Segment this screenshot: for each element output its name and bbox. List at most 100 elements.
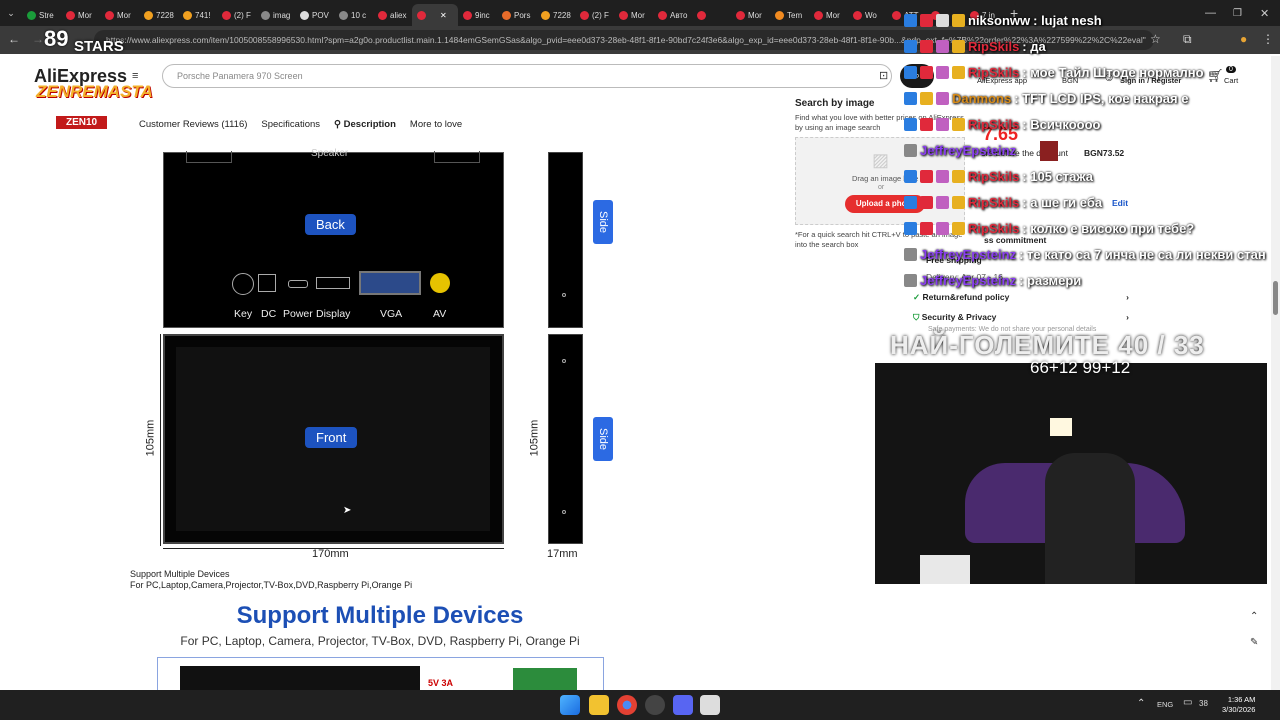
chat-badge-icon xyxy=(920,14,933,27)
tab-list-icon[interactable]: ⌄ xyxy=(0,8,22,19)
tab-favicon-icon xyxy=(144,10,153,20)
browser-tab[interactable]: POV xyxy=(295,4,334,26)
scroll-top-icon[interactable]: ⌃ xyxy=(1250,611,1258,622)
browser-tab[interactable]: imag xyxy=(256,4,295,26)
height-dimension-label: 105mm xyxy=(144,419,157,457)
volume-label[interactable]: 38 xyxy=(1199,699,1208,708)
camera-search-icon[interactable]: ⊡ xyxy=(879,69,888,82)
forward-arrow-icon[interactable]: → xyxy=(32,32,44,46)
scrollbar-thumb[interactable] xyxy=(1273,281,1278,315)
side-label-top: Side xyxy=(593,200,613,244)
description-subtitle: For PC, Laptop, Camera, Projector, TV-Bo… xyxy=(180,634,580,648)
browser-tab[interactable]: ✕ xyxy=(412,4,458,26)
browser-tab[interactable]: Mor xyxy=(731,4,770,26)
cart-label[interactable]: Cart xyxy=(1224,76,1238,85)
chat-text: : да xyxy=(1022,39,1046,54)
height-dimension-line xyxy=(160,334,161,546)
chat-badge-icon xyxy=(904,40,917,53)
search-by-image-title: Search by image xyxy=(795,98,875,109)
browser-tab[interactable]: (2) F xyxy=(217,4,256,26)
webcam-chair xyxy=(1045,453,1135,584)
browser-tab[interactable]: Wo xyxy=(848,4,887,26)
browser-tab[interactable]: Pors xyxy=(497,4,536,26)
bookmark-star-icon[interactable]: ☆ xyxy=(1150,32,1161,46)
chat-badge-icon xyxy=(904,196,917,209)
tab-customer-reviews[interactable]: Customer Reviews (1116) xyxy=(139,119,247,130)
extensions-icon[interactable]: ⧉ xyxy=(1183,32,1192,47)
browser-tab[interactable]: Mor xyxy=(100,4,139,26)
profile-avatar-icon[interactable]: ● xyxy=(1240,32,1247,46)
tray-chevron-icon[interactable]: ⌃ xyxy=(1137,698,1145,709)
edit-link[interactable]: Edit xyxy=(1112,198,1128,208)
browser-tab[interactable]: Mor xyxy=(809,4,848,26)
tab-favicon-icon xyxy=(619,10,628,20)
chat-badge-icon xyxy=(952,196,965,209)
caption-line-2: For PC,Laptop,Camera,Projector,TV-Box,DV… xyxy=(130,580,413,590)
security-item[interactable]: ⛉ Security & Privacy › xyxy=(913,312,1129,323)
browser-tab[interactable]: Tem xyxy=(770,4,809,26)
chat-badge-icon xyxy=(936,170,949,183)
front-label: Front xyxy=(305,427,358,448)
obs-icon[interactable] xyxy=(645,695,665,715)
chat-text: : lujat nesh xyxy=(1033,13,1102,28)
feedback-edit-icon[interactable]: ✎ xyxy=(1250,637,1258,648)
display-port xyxy=(316,277,350,289)
tab-description-label: Description xyxy=(343,119,396,130)
logo-stars-text: STARS xyxy=(74,38,124,55)
page-scrollbar[interactable] xyxy=(1271,56,1280,690)
chevron-right-icon: › xyxy=(1126,292,1129,302)
browser-tab[interactable]: Авто xyxy=(653,4,692,26)
tab-favicon-icon xyxy=(66,10,75,20)
webcam-box xyxy=(920,555,970,584)
tab-more-to-love[interactable]: More to love xyxy=(410,119,462,130)
close-window-icon[interactable]: ✕ xyxy=(1260,7,1269,20)
tab-favicon-icon xyxy=(463,10,472,20)
file-explorer-icon[interactable] xyxy=(589,695,609,715)
notepad-icon[interactable] xyxy=(700,695,720,715)
browser-tab[interactable]: aliex xyxy=(373,4,412,26)
menu-dots-icon[interactable]: ⋮ xyxy=(1262,32,1274,46)
tab-title: Mor xyxy=(631,10,645,20)
browser-tab[interactable]: 7228 xyxy=(536,4,575,26)
chat-message: JeffreyEpsteinz xyxy=(904,143,1019,158)
browser-tab[interactable]: Stre xyxy=(22,4,61,26)
chat-badge-icon xyxy=(920,170,933,183)
maximize-icon[interactable]: ❐ xyxy=(1233,8,1242,19)
browser-tab[interactable]: (2) F xyxy=(575,4,614,26)
minimize-icon[interactable]: — xyxy=(1205,7,1216,19)
tab-description[interactable]: ⚲ Description xyxy=(334,119,396,130)
tab-title: Mor xyxy=(826,10,840,20)
tab-title: Mor xyxy=(78,10,92,20)
browser-tab[interactable]: Mor xyxy=(614,4,653,26)
chat-badge-icon xyxy=(904,66,917,79)
return-policy-item[interactable]: ✓ Return&refund policy › xyxy=(913,292,1129,303)
browser-tab[interactable]: 9inc xyxy=(458,4,497,26)
browser-tab[interactable] xyxy=(692,4,731,26)
tab-favicon-icon xyxy=(27,10,36,20)
product-back-view-image: Speaker Back Key DC Power Display VGA AV xyxy=(163,148,504,328)
tab-specifications[interactable]: Specifications xyxy=(261,119,320,130)
close-tab-icon[interactable]: ✕ xyxy=(440,11,447,20)
network-icon[interactable]: ▭ xyxy=(1183,697,1192,708)
chat-message: RipSkils: да xyxy=(904,39,1046,54)
back-arrow-icon[interactable]: ← xyxy=(8,32,20,46)
search-input[interactable]: Porsche Panamera 970 Screen xyxy=(162,64,892,88)
chat-badge-icon xyxy=(936,92,949,105)
chat-badge-icon xyxy=(904,14,917,27)
browser-tab[interactable]: 741! xyxy=(178,4,217,26)
mouse-cursor-icon: ➤ xyxy=(343,505,352,516)
security-label: Security & Privacy xyxy=(921,312,997,322)
tab-title: Wo xyxy=(865,10,877,20)
chat-username: RipSkils xyxy=(968,169,1020,184)
browser-tab[interactable]: 10 c xyxy=(334,4,373,26)
browser-tab[interactable]: 7228 xyxy=(139,4,178,26)
language-indicator[interactable]: ENG xyxy=(1157,700,1173,709)
system-clock[interactable]: 1:36 AM 3/30/2026 xyxy=(1222,695,1255,715)
browser-tab[interactable]: Mor xyxy=(61,4,100,26)
windows-start-icon[interactable] xyxy=(560,695,580,715)
chat-badge-icon xyxy=(904,92,917,105)
cart-icon[interactable]: 🛒︎ xyxy=(1207,68,1224,84)
chrome-icon[interactable] xyxy=(617,695,637,715)
discord-icon[interactable] xyxy=(673,695,693,715)
tab-title: 741! xyxy=(195,10,211,20)
